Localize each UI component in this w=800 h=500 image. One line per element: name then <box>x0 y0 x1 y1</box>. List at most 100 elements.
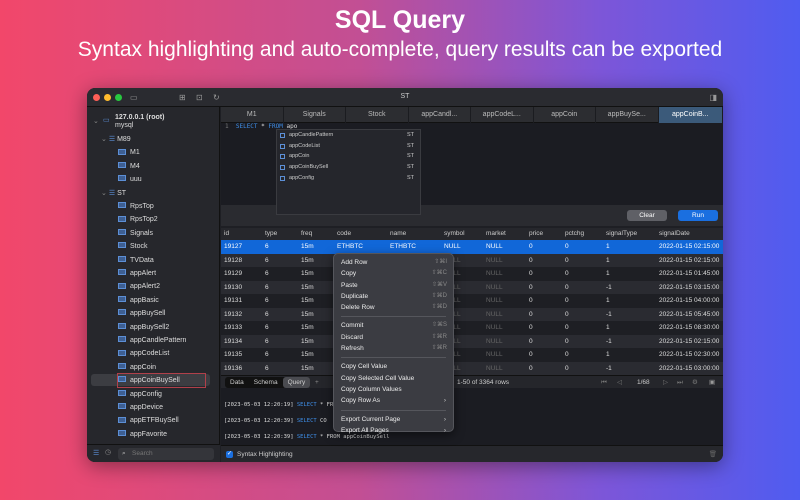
table-cell[interactable]: 6 <box>265 335 269 349</box>
column-header-market[interactable]: market <box>486 228 506 240</box>
sidebar-table-RpsTop[interactable]: RpsTop <box>118 200 154 213</box>
table-cell[interactable]: 6 <box>265 267 269 281</box>
table-cell[interactable]: NULL <box>486 281 503 295</box>
column-header-type[interactable]: type <box>265 228 277 240</box>
tab-appbuyse[interactable]: appBuySe... <box>596 107 659 123</box>
table-cell[interactable]: 19128 <box>224 254 242 268</box>
sidebar-table-RpsTop2[interactable]: RpsTop2 <box>118 213 158 226</box>
table-cell[interactable]: 1 <box>606 240 610 254</box>
table-cell[interactable]: 15m <box>301 348 314 362</box>
menu-item-add-row[interactable]: Add Row ⇧⌘I <box>334 257 453 268</box>
table-cell[interactable]: 2022-01-15 04:00:00 <box>659 294 719 308</box>
table-cell[interactable]: 19133 <box>224 321 242 335</box>
sidebar-table-appCandlePattern[interactable]: appCandlePattern <box>118 334 186 347</box>
table-cell[interactable]: 15m <box>301 294 314 308</box>
table-cell[interactable]: 19131 <box>224 294 242 308</box>
table-cell[interactable]: 1 <box>606 294 610 308</box>
table-cell[interactable]: 0 <box>565 294 569 308</box>
table-cell[interactable]: ETHBTC <box>337 240 363 254</box>
table-cell[interactable]: 19127 <box>224 240 242 254</box>
sidebar-table-Signals[interactable]: Signals <box>118 227 153 240</box>
tab-appcoin[interactable]: appCoin <box>534 107 596 123</box>
menu-item-refresh[interactable]: Refresh ⇧⌘R <box>334 343 453 354</box>
tab-signals[interactable]: Signals <box>284 107 346 123</box>
table-cell[interactable]: 2022-01-15 02:15:00 <box>659 254 719 268</box>
tab-appcandl[interactable]: appCandl... <box>409 107 471 123</box>
table-cell[interactable]: 1 <box>606 267 610 281</box>
sidebar-table-appCoinBuySell[interactable]: appCoinBuySell <box>117 373 206 389</box>
table-row[interactable]: 19136615mNULLNULL00-12022-01-15 03:00:00 <box>221 361 723 376</box>
table-cell[interactable]: 0 <box>529 321 533 335</box>
tab-appcoinb[interactable]: appCoinB... <box>658 107 723 123</box>
table-cell[interactable]: 2022-01-15 02:30:00 <box>659 348 719 362</box>
sidebar-table-appETFBuySell[interactable]: appETFBuySell <box>118 414 179 427</box>
table-cell[interactable]: 6 <box>265 348 269 362</box>
table-cell[interactable]: ETHBTC <box>390 240 416 254</box>
sidebar-table-M4[interactable]: M4 <box>118 160 140 173</box>
table-cell[interactable]: -1 <box>606 335 612 349</box>
table-cell[interactable]: 15m <box>301 362 314 376</box>
table-cell[interactable]: 19136 <box>224 362 242 376</box>
tab-schema[interactable]: Schema <box>249 377 283 388</box>
table-row[interactable]: 19134615mNULLNULL00-12022-01-15 02:15:00 <box>221 334 723 349</box>
table-cell[interactable]: NULL <box>486 294 503 308</box>
table-cell[interactable]: -1 <box>606 362 612 376</box>
table-cell[interactable]: NULL <box>486 321 503 335</box>
menu-item-copy-cell-value[interactable]: Copy Cell Value <box>334 361 453 372</box>
table-cell[interactable]: 0 <box>565 254 569 268</box>
table-cell[interactable]: 1 <box>606 254 610 268</box>
sql-editor[interactable]: 1 SELECT * FROM apo appCandlePattern ST ap… <box>221 123 723 215</box>
table-cell[interactable]: NULL <box>486 335 503 349</box>
column-header-freq[interactable]: freq <box>301 228 312 240</box>
autocomplete-item[interactable]: appCodeList ST <box>277 141 420 152</box>
table-cell[interactable]: NULL <box>486 254 503 268</box>
table-cell[interactable]: -1 <box>606 281 612 295</box>
menu-item-paste[interactable]: Paste ⇧⌘V <box>334 280 453 291</box>
menu-item-export-all-pages[interactable]: Export All Pages › <box>334 425 453 436</box>
table-row[interactable]: 19135615mNULLNULL0012022-01-15 02:30:00 <box>221 348 723 362</box>
table-cell[interactable]: 0 <box>529 267 533 281</box>
table-cell[interactable]: 19132 <box>224 308 242 322</box>
sidebar-table-M1[interactable]: M1 <box>118 146 140 159</box>
menu-item-copy-row-as[interactable]: Copy Row As › <box>334 395 453 406</box>
autocomplete-item[interactable]: appCandlePattern ST <box>277 130 420 141</box>
trash-icon[interactable]: 🗑 <box>709 446 717 462</box>
table-cell[interactable]: 0 <box>529 335 533 349</box>
list-icon[interactable]: ☰ <box>93 449 99 457</box>
table-cell[interactable]: 0 <box>565 267 569 281</box>
tab-appcodel[interactable]: appCodeL... <box>471 107 534 123</box>
sidebar-table-appCodeList[interactable]: appCodeList <box>118 347 169 360</box>
menu-item-copy-selected-cell-value[interactable]: Copy Selected Cell Value <box>334 373 453 384</box>
table-cell[interactable]: 6 <box>265 240 269 254</box>
table-cell[interactable]: 0 <box>565 348 569 362</box>
menu-item-discard[interactable]: Discard ⇧⌘R <box>334 332 453 343</box>
sidebar-table-appBuySell[interactable]: appBuySell <box>118 307 165 320</box>
autocomplete-item[interactable]: appCoin ST <box>277 151 420 162</box>
table-cell[interactable]: 15m <box>301 308 314 322</box>
table-cell[interactable]: 15m <box>301 281 314 295</box>
sidebar-table-appDevice[interactable]: appDevice <box>118 401 163 414</box>
table-cell[interactable]: 19134 <box>224 335 242 349</box>
table-row[interactable]: 19128615mNULLNULL0012022-01-15 02:15:00 <box>221 253 723 268</box>
table-row[interactable]: 19130615mNULLNULL00-12022-01-15 03:15:00 <box>221 280 723 295</box>
table-row[interactable]: 19131615mNULLNULL0012022-01-15 04:00:00 <box>221 294 723 308</box>
table-cell[interactable]: 15m <box>301 335 314 349</box>
table-cell[interactable]: 19135 <box>224 348 242 362</box>
sidebar-table-appBasic[interactable]: appBasic <box>118 294 159 307</box>
menu-item-delete-row[interactable]: Delete Row ⇧⌘D <box>334 302 453 313</box>
table-cell[interactable]: 15m <box>301 321 314 335</box>
table-cell[interactable]: 2022-01-15 03:15:00 <box>659 281 719 295</box>
menu-item-duplicate[interactable]: Duplicate ⇧⌘D <box>334 291 453 302</box>
table-row[interactable]: 19133615mNULLNULL0012022-01-15 08:30:00 <box>221 321 723 335</box>
table-cell[interactable]: 6 <box>265 254 269 268</box>
column-header-id[interactable]: id <box>224 228 229 240</box>
table-cell[interactable]: 0 <box>529 308 533 322</box>
table-cell[interactable]: 2022-01-15 01:45:00 <box>659 267 719 281</box>
sidebar-table-appConfig[interactable]: appConfig <box>118 388 162 401</box>
database-node[interactable]: ⌄ ☰ M89 <box>101 133 131 146</box>
menu-item-export-current-page[interactable]: Export Current Page › <box>334 414 453 425</box>
table-cell[interactable]: 6 <box>265 308 269 322</box>
column-header-code[interactable]: code <box>337 228 351 240</box>
database-node[interactable]: ⌄ ☰ ST <box>101 187 126 200</box>
inspector-toggle-icon[interactable]: ◨ <box>709 93 717 102</box>
